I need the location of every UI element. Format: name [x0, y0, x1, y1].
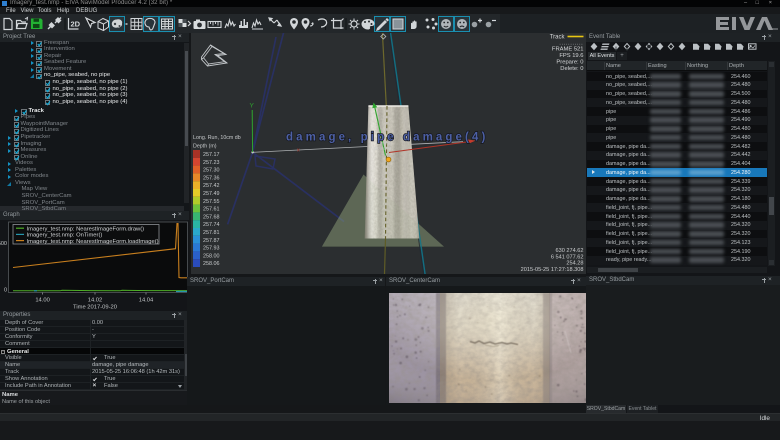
- svg-text:Y: Y: [250, 103, 255, 110]
- svg-text:257.42: 257.42: [203, 183, 220, 189]
- svg-text:Long. Run, 10cm db: Long. Run, 10cm db: [193, 135, 241, 141]
- svg-text:630 274.62: 630 274.62: [556, 248, 584, 254]
- svg-text:2D: 2D: [71, 20, 81, 29]
- svg-text:Imagery_test.nmp: NearestImage: Imagery_test.nmp: NearestImageForm.loadI…: [27, 239, 159, 245]
- svg-text:257.36: 257.36: [203, 175, 220, 181]
- svg-text:14.00: 14.00: [35, 298, 50, 304]
- svg-text:257.49: 257.49: [203, 191, 220, 197]
- svg-text:pipe dmg: pipe dmg: [374, 146, 392, 151]
- svg-text:257.61: 257.61: [203, 207, 220, 213]
- svg-text:257.55: 257.55: [203, 199, 220, 205]
- svg-text:damage, pipe damage(4): damage, pipe damage(4): [286, 132, 488, 144]
- svg-text:258.06: 258.06: [203, 261, 220, 267]
- svg-text:257.68: 257.68: [203, 214, 220, 220]
- svg-text:257.74: 257.74: [203, 222, 220, 228]
- svg-text:257.81: 257.81: [203, 230, 220, 236]
- svg-text:x: x: [297, 148, 300, 154]
- svg-text:FPS 19.6: FPS 19.6: [559, 53, 583, 59]
- svg-text:Delete: 0: Delete: 0: [560, 66, 583, 72]
- svg-text:14.02: 14.02: [88, 298, 103, 304]
- svg-text:14.04: 14.04: [139, 298, 154, 304]
- svg-text:Imagery_test.nmp: OnTimer(): Imagery_test.nmp: OnTimer(): [27, 233, 103, 239]
- svg-text:258.00: 258.00: [203, 253, 220, 259]
- svg-text:0: 0: [4, 288, 7, 294]
- svg-text:257.17: 257.17: [203, 152, 220, 158]
- svg-text:FRAME 521: FRAME 521: [552, 47, 584, 53]
- svg-text:Prepare: 0: Prepare: 0: [556, 59, 583, 65]
- svg-text:257.30: 257.30: [203, 168, 220, 174]
- svg-text:257.87: 257.87: [203, 238, 220, 244]
- svg-text:Imagery_test.nmp: NearestImage: Imagery_test.nmp: NearestImageForm.draw(…: [27, 226, 145, 232]
- svg-text:Time 2017-09-20: Time 2017-09-20: [73, 305, 117, 311]
- svg-text:6 541 077.62: 6 541 077.62: [551, 254, 584, 260]
- svg-text:2015-05-25 17:27:18.308: 2015-05-25 17:27:18.308: [521, 267, 584, 273]
- svg-text:257.23: 257.23: [203, 160, 220, 166]
- svg-text:Depth (m): Depth (m): [193, 144, 217, 150]
- svg-text:254.28: 254.28: [566, 261, 583, 267]
- svg-text:257.93: 257.93: [203, 246, 220, 252]
- svg-text:500: 500: [0, 241, 7, 247]
